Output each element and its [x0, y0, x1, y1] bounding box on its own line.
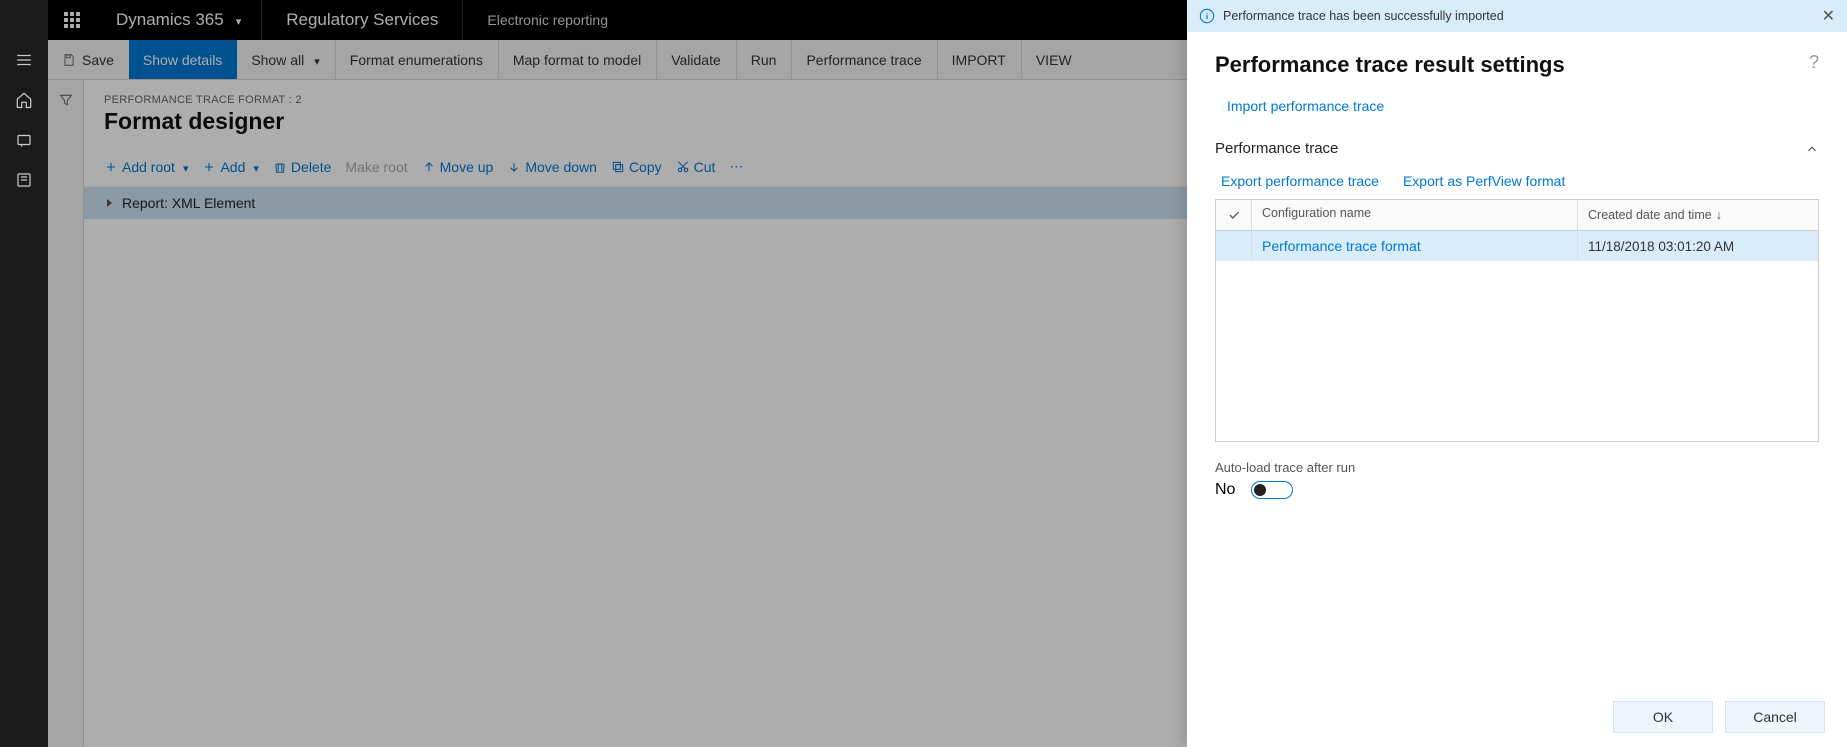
delete-button[interactable]: Delete	[273, 159, 331, 175]
left-rail	[0, 0, 48, 747]
validate-button[interactable]: Validate	[656, 40, 736, 79]
make-root-button: Make root	[345, 159, 407, 175]
caret-right-icon	[104, 198, 114, 208]
row-date: 11/18/2018 03:01:20 AM	[1578, 233, 1818, 260]
chevron-down-icon	[310, 52, 320, 68]
map-format-button[interactable]: Map format to model	[498, 40, 656, 79]
info-banner: Performance trace has been successfully …	[1187, 0, 1847, 32]
tree-item-label: Report: XML Element	[122, 195, 255, 211]
breadcrumb: Electronic reporting	[463, 0, 632, 40]
move-down-button[interactable]: Move down	[507, 159, 597, 175]
run-button[interactable]: Run	[736, 40, 792, 79]
home-icon[interactable]	[0, 80, 48, 120]
row-config-name[interactable]: Performance trace format	[1262, 238, 1421, 254]
performance-trace-button[interactable]: Performance trace	[791, 40, 936, 79]
show-details-label: Show details	[143, 52, 222, 68]
performance-trace-panel: Performance trace has been successfully …	[1187, 0, 1847, 747]
recent-icon[interactable]	[0, 120, 48, 160]
export-perfview-link[interactable]: Export as PerfView format	[1403, 173, 1565, 189]
show-all-button[interactable]: Show all	[237, 40, 334, 79]
import-trace-link[interactable]: Import performance trace	[1227, 98, 1384, 114]
brand-label: Dynamics 365	[116, 10, 224, 30]
import-button[interactable]: IMPORT	[937, 40, 1021, 79]
format-enumerations-button[interactable]: Format enumerations	[335, 40, 498, 79]
trace-grid: Configuration name Created date and time…	[1215, 199, 1819, 442]
add-button[interactable]: Add	[202, 159, 258, 175]
filter-icon[interactable]	[58, 92, 74, 113]
help-icon[interactable]: ?	[1809, 52, 1819, 73]
module-icon[interactable]	[0, 160, 48, 200]
chevron-down-icon	[249, 159, 259, 175]
show-all-label: Show all	[251, 52, 304, 68]
filter-rail	[48, 80, 84, 747]
close-banner-icon[interactable]: ✕	[1822, 6, 1835, 26]
autoload-value: No	[1215, 481, 1235, 499]
view-button[interactable]: VIEW	[1021, 40, 1087, 79]
export-trace-link[interactable]: Export performance trace	[1221, 173, 1379, 189]
more-button[interactable]: ⋯	[729, 158, 743, 175]
ok-button[interactable]: OK	[1613, 701, 1713, 733]
save-label: Save	[82, 52, 114, 68]
show-details-button[interactable]: Show details	[129, 40, 237, 79]
brand-menu[interactable]: Dynamics 365	[96, 0, 262, 40]
chevron-up-icon	[1805, 142, 1819, 156]
info-icon	[1199, 8, 1215, 24]
cut-button[interactable]: Cut	[676, 159, 716, 175]
trace-section-toggle[interactable]: Performance trace	[1215, 140, 1819, 157]
sort-desc-icon: ↓	[1716, 208, 1722, 222]
panel-title: Performance trace result settings	[1215, 52, 1809, 78]
add-root-button[interactable]: Add root	[104, 159, 188, 175]
row-checkbox[interactable]	[1216, 231, 1252, 261]
col-created-date[interactable]: Created date and time ↓	[1578, 200, 1818, 230]
hamburger-icon[interactable]	[0, 40, 48, 80]
autoload-toggle[interactable]	[1251, 481, 1293, 499]
col-config-name[interactable]: Configuration name	[1252, 200, 1578, 230]
select-all-checkbox[interactable]	[1216, 200, 1252, 230]
autoload-label: Auto-load trace after run	[1215, 460, 1819, 475]
waffle-icon[interactable]	[48, 0, 96, 40]
chevron-down-icon	[232, 10, 242, 30]
table-row[interactable]: Performance trace format 11/18/2018 03:0…	[1216, 231, 1818, 261]
area-label: Regulatory Services	[262, 0, 463, 40]
cancel-button[interactable]: Cancel	[1725, 701, 1825, 733]
copy-button[interactable]: Copy	[611, 159, 662, 175]
banner-text: Performance trace has been successfully …	[1223, 9, 1504, 23]
save-button[interactable]: Save	[48, 40, 129, 79]
trace-section-label: Performance trace	[1215, 140, 1338, 157]
chevron-down-icon	[179, 159, 189, 175]
move-up-button[interactable]: Move up	[422, 159, 494, 175]
